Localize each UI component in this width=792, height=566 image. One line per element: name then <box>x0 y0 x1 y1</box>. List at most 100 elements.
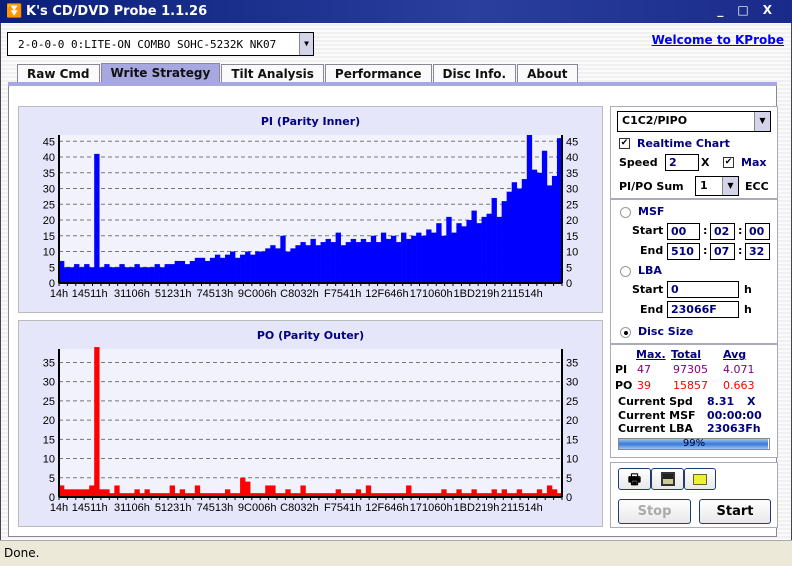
sum-select[interactable]: 1 ▼ <box>695 176 739 196</box>
msf-end-frame[interactable]: 32 <box>745 243 770 260</box>
y-tick-label-right: 10 <box>566 454 578 466</box>
bar <box>219 257 226 283</box>
bar <box>230 251 236 283</box>
tab-tilt-analysis[interactable]: Tilt Analysis <box>221 64 324 83</box>
bar <box>516 188 523 283</box>
minimize-button[interactable]: _ <box>717 3 737 17</box>
bar <box>64 267 70 283</box>
x-tick-label: 211514h <box>501 502 543 514</box>
bar <box>194 257 201 283</box>
current-lba-value: 23063Fh <box>707 422 761 435</box>
mode-select[interactable]: C1C2/PIPO ▼ <box>617 111 771 132</box>
bar <box>149 267 155 283</box>
y-tick-label-right: 35 <box>566 357 578 369</box>
msf-radio[interactable] <box>620 207 631 218</box>
bar <box>109 267 115 283</box>
bar <box>194 485 201 497</box>
bar <box>184 264 191 283</box>
y-tick-label-left: 25 <box>43 199 55 211</box>
drive-select[interactable]: 2-0-0-0 0:LITE-ON COMBO SOHC-5232K NK07 ▼ <box>7 32 314 56</box>
save-button[interactable] <box>651 468 684 490</box>
colon: : <box>738 244 743 257</box>
bar <box>139 267 145 283</box>
chevron-down-icon[interactable]: ▼ <box>299 33 313 55</box>
colon: : <box>703 224 708 237</box>
bar <box>491 489 497 497</box>
bar <box>355 489 362 497</box>
x-tick-label: 14h <box>50 502 68 514</box>
bar <box>551 175 558 283</box>
msf-start-frame[interactable]: 00 <box>745 223 770 240</box>
start-button[interactable]: Start <box>699 499 771 524</box>
lba-start-label: Start <box>632 283 664 296</box>
speed-input[interactable]: 2 <box>665 154 699 171</box>
pi-max: 47 <box>637 363 651 376</box>
y-tick-label-left: 10 <box>43 454 55 466</box>
stop-button[interactable]: Stop <box>618 499 691 524</box>
x-tick-label: C8032h <box>280 502 319 514</box>
bar <box>245 481 251 497</box>
app-icon: ⏬ <box>6 4 23 19</box>
chevron-down-icon[interactable]: ▼ <box>754 112 770 131</box>
bar <box>89 485 95 497</box>
realtime-checkbox[interactable]: ✔ <box>619 138 630 149</box>
bar <box>421 235 427 283</box>
disc-size-radio[interactable] <box>620 327 631 338</box>
msf-start-sec[interactable]: 02 <box>710 223 735 240</box>
x-tick-label: 51231h <box>155 502 192 514</box>
open-button[interactable] <box>684 468 716 490</box>
y-tick-label-right: 30 <box>566 377 578 389</box>
bar <box>506 191 512 283</box>
bar <box>224 254 231 283</box>
close-button[interactable]: X <box>763 3 786 17</box>
current-spd-value: 8.31 <box>707 395 735 408</box>
bar <box>380 232 387 283</box>
x-tick-label: 1BD219h <box>454 288 500 300</box>
bar <box>144 267 150 283</box>
print-button[interactable]: 🖶 <box>618 468 651 490</box>
msf-end-sec[interactable]: 07 <box>710 243 735 260</box>
y-tick-label-right: 0 <box>566 492 572 504</box>
msf-start-min[interactable]: 00 <box>667 223 700 240</box>
bar <box>89 267 95 283</box>
welcome-link[interactable]: Welcome to KProbe <box>652 33 784 47</box>
tab-disc-info[interactable]: Disc Info. <box>432 64 517 83</box>
bar <box>74 489 80 497</box>
y-tick-label-right: 10 <box>566 247 578 259</box>
bar <box>164 264 170 283</box>
bar <box>134 264 140 283</box>
bar <box>305 245 311 283</box>
y-tick-label-left: 45 <box>43 136 55 148</box>
lba-end-input[interactable]: 23066F <box>667 301 739 318</box>
colon: : <box>703 244 708 257</box>
tab-write-strategy[interactable]: Write Strategy <box>100 63 221 83</box>
lba-start-input[interactable]: 0 <box>667 281 739 298</box>
y-tick-label-right: 20 <box>566 415 578 427</box>
x-tick-label: 12F646h <box>365 502 408 514</box>
bar <box>189 260 196 283</box>
x-tick-label: 14h <box>50 288 68 300</box>
bar <box>531 169 538 283</box>
x-tick-label: 74513h <box>197 288 234 300</box>
po-chart: 0 05 510 1015 1520 2025 2530 3035 3514h 14511h 311… <box>43 347 578 514</box>
lba-radio[interactable] <box>620 266 631 277</box>
y-tick-label-right: 30 <box>566 184 578 196</box>
y-tick-label-left: 20 <box>43 415 55 427</box>
bar <box>355 242 362 283</box>
msf-label: MSF <box>638 205 665 218</box>
sum-value: 1 <box>700 179 708 192</box>
tab-raw-cmd[interactable]: Raw Cmd <box>17 64 100 83</box>
bar <box>134 489 140 497</box>
bar <box>199 257 206 283</box>
x-tick-label: 74513h <box>197 502 234 514</box>
maximize-button[interactable]: □ <box>737 3 762 17</box>
bar <box>84 264 90 283</box>
tab-about[interactable]: About <box>517 64 578 83</box>
bar <box>385 238 392 283</box>
msf-end-label: End <box>640 244 664 257</box>
tab-performance[interactable]: Performance <box>324 64 432 83</box>
chevron-down-icon[interactable]: ▼ <box>722 177 738 195</box>
max-checkbox[interactable]: ✔ <box>723 157 734 168</box>
x-tick-label: 14511h <box>72 502 108 514</box>
msf-end-min[interactable]: 510 <box>667 243 700 260</box>
